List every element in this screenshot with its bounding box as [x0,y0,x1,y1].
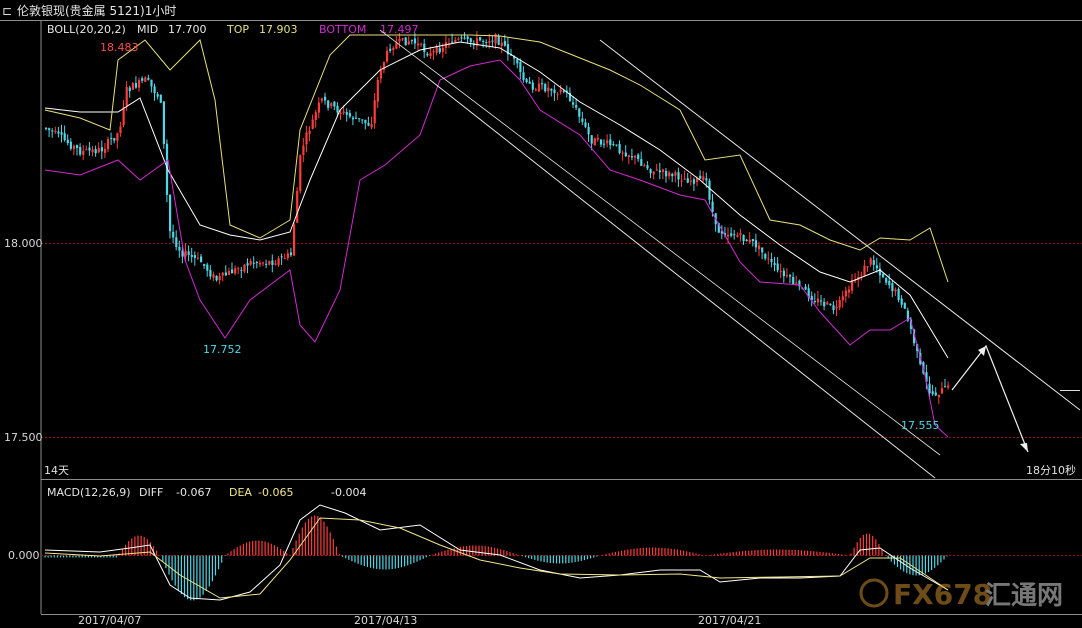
top-value: 17.903 [259,23,298,36]
chart-title: 伦敦银现(贵金属 5121)1小时 [17,3,176,18]
dea-value: -0.065 [258,486,293,499]
countdown-label: 18分10秒 [1026,463,1076,477]
x-tick-0407: 2017/04/07 [78,614,141,627]
candle [404,37,407,46]
candle [299,154,302,194]
x-tick-0413: 2017/04/13 [354,614,417,627]
top-label: TOP [226,23,249,36]
candle [544,82,547,93]
mid-value: 17.700 [168,23,207,36]
x-tick-0421: 2017/04/21 [698,614,761,627]
macd-zero-label: 0.000 [8,549,40,562]
candle [293,220,296,257]
diff-label: DIFF [139,486,163,499]
candle [131,82,134,90]
y-tick-18000: 18.000 [4,237,43,250]
candle [159,94,162,104]
candle [593,137,596,146]
boll-legend: BOLL(20,20,2) MID 17.700 TOP 17.903 BOTT… [47,23,419,36]
annotation-low-1: 17.752 [203,343,242,356]
mid-label: MID [137,23,158,36]
title-bar: ⊏ 伦敦银现(贵金属 5121)1小时 [2,3,176,18]
candle [165,139,169,203]
bottom-label: BOTTOM [319,23,366,36]
macd-value: -0.004 [331,486,366,499]
chart-background [0,0,1082,628]
diff-value: -0.067 [176,486,211,499]
watermark-chinese: 汇通网 [985,581,1063,611]
back-arrow-icon[interactable]: ⊏ [2,4,12,18]
watermark-text: FX678 [893,578,992,611]
price-chart[interactable]: ⊏ 伦敦银现(贵金属 5121)1小时 18.000 17.500 0.000 … [0,0,1082,628]
annotation-low-2: 17.555 [901,419,940,432]
macd-indicator-name: MACD(12,26,9) [47,486,131,499]
y-tick-17500: 17.500 [4,431,43,444]
candle [296,187,299,223]
period-label: 14天 [44,464,69,477]
dea-label: DEA [229,486,252,499]
annotation-high: 18.483 [100,41,139,54]
candle [162,101,165,149]
candle [903,302,906,309]
boll-indicator-name: BOLL(20,20,2) [47,23,126,36]
